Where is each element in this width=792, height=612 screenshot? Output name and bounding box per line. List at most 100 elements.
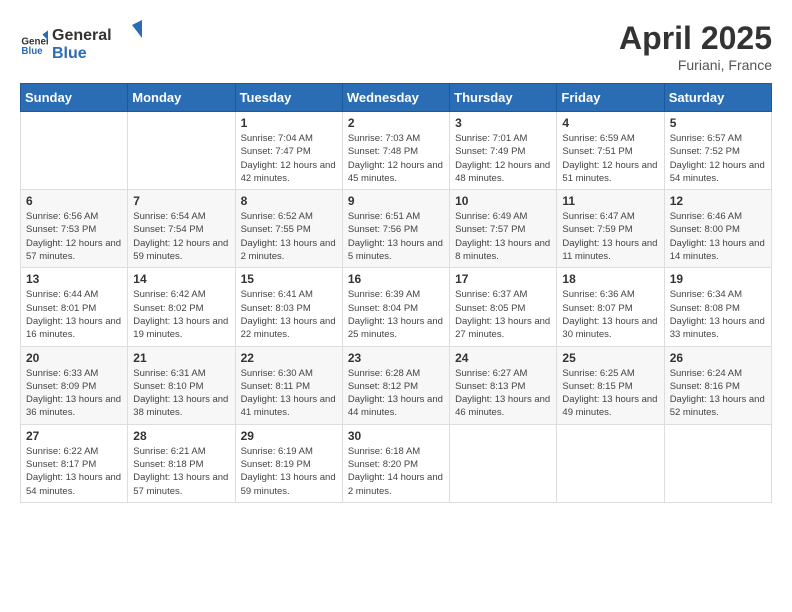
day-number: 12	[670, 194, 766, 208]
day-number: 2	[348, 116, 444, 130]
logo-icon: General Blue	[20, 29, 48, 57]
day-detail: Sunrise: 6:39 AM Sunset: 8:04 PM Dayligh…	[348, 288, 444, 341]
calendar-cell: 29 Sunrise: 6:19 AM Sunset: 8:19 PM Dayli…	[235, 424, 342, 502]
day-detail: Sunrise: 6:54 AM Sunset: 7:54 PM Dayligh…	[133, 210, 229, 263]
day-number: 1	[241, 116, 337, 130]
day-detail: Sunrise: 6:19 AM Sunset: 8:19 PM Dayligh…	[241, 445, 337, 498]
calendar-cell: 17Sunrise: 6:37 AM Sunset: 8:05 PM Dayli…	[450, 268, 557, 346]
calendar-cell: 23 Sunrise: 6:28 AM Sunset: 8:12 PM Dayli…	[342, 346, 449, 424]
calendar-cell: 14 Sunrise: 6:42 AM Sunset: 8:02 PM Dayli…	[128, 268, 235, 346]
calendar-week-row: 6Sunrise: 6:56 AM Sunset: 7:53 PM Daylig…	[21, 190, 772, 268]
day-number: 27	[26, 429, 122, 443]
day-number: 15	[241, 272, 337, 286]
calendar-cell: 1 Sunrise: 7:04 AM Sunset: 7:47 PM Daylig…	[235, 112, 342, 190]
day-detail: Sunrise: 7:04 AM Sunset: 7:47 PM Dayligh…	[241, 132, 337, 185]
day-detail: Sunrise: 6:56 AM Sunset: 7:53 PM Dayligh…	[26, 210, 122, 263]
day-detail: Sunrise: 6:30 AM Sunset: 8:11 PM Dayligh…	[241, 367, 337, 420]
day-detail: Sunrise: 6:21 AM Sunset: 8:18 PM Dayligh…	[133, 445, 229, 498]
day-number: 30	[348, 429, 444, 443]
day-detail: Sunrise: 6:18 AM Sunset: 8:20 PM Dayligh…	[348, 445, 444, 498]
calendar-day-header: Saturday	[664, 84, 771, 112]
calendar-day-header: Sunday	[21, 84, 128, 112]
day-number: 13	[26, 272, 122, 286]
location: Furiani, France	[619, 57, 772, 73]
day-detail: Sunrise: 6:36 AM Sunset: 8:07 PM Dayligh…	[562, 288, 658, 341]
day-number: 9	[348, 194, 444, 208]
day-number: 10	[455, 194, 551, 208]
day-detail: Sunrise: 6:27 AM Sunset: 8:13 PM Dayligh…	[455, 367, 551, 420]
day-number: 20	[26, 351, 122, 365]
calendar-cell: 11 Sunrise: 6:47 AM Sunset: 7:59 PM Dayli…	[557, 190, 664, 268]
day-number: 5	[670, 116, 766, 130]
calendar-cell: 21 Sunrise: 6:31 AM Sunset: 8:10 PM Dayli…	[128, 346, 235, 424]
day-number: 11	[562, 194, 658, 208]
day-detail: Sunrise: 6:34 AM Sunset: 8:08 PM Dayligh…	[670, 288, 766, 341]
day-detail: Sunrise: 6:52 AM Sunset: 7:55 PM Dayligh…	[241, 210, 337, 263]
day-detail: Sunrise: 6:28 AM Sunset: 8:12 PM Dayligh…	[348, 367, 444, 420]
svg-text:Blue: Blue	[52, 45, 87, 62]
day-detail: Sunrise: 6:59 AM Sunset: 7:51 PM Dayligh…	[562, 132, 658, 185]
day-number: 23	[348, 351, 444, 365]
calendar-day-header: Wednesday	[342, 84, 449, 112]
day-number: 28	[133, 429, 229, 443]
day-number: 22	[241, 351, 337, 365]
day-number: 26	[670, 351, 766, 365]
calendar-cell: 5 Sunrise: 6:57 AM Sunset: 7:52 PM Daylig…	[664, 112, 771, 190]
day-detail: Sunrise: 6:42 AM Sunset: 8:02 PM Dayligh…	[133, 288, 229, 341]
month-title: April 2025	[619, 20, 772, 57]
calendar-week-row: 13 Sunrise: 6:44 AM Sunset: 8:01 PM Dayli…	[21, 268, 772, 346]
day-detail: Sunrise: 7:03 AM Sunset: 7:48 PM Dayligh…	[348, 132, 444, 185]
day-number: 21	[133, 351, 229, 365]
logo: General Blue General Blue	[20, 20, 142, 65]
calendar-cell: 19Sunrise: 6:34 AM Sunset: 8:08 PM Dayli…	[664, 268, 771, 346]
calendar-cell: 9 Sunrise: 6:51 AM Sunset: 7:56 PM Daylig…	[342, 190, 449, 268]
calendar-cell: 20 Sunrise: 6:33 AM Sunset: 8:09 PM Dayli…	[21, 346, 128, 424]
title-block: April 2025 Furiani, France	[619, 20, 772, 73]
day-detail: Sunrise: 6:51 AM Sunset: 7:56 PM Dayligh…	[348, 210, 444, 263]
day-detail: Sunrise: 6:25 AM Sunset: 8:15 PM Dayligh…	[562, 367, 658, 420]
calendar-cell	[557, 424, 664, 502]
day-detail: Sunrise: 6:46 AM Sunset: 8:00 PM Dayligh…	[670, 210, 766, 263]
svg-text:General: General	[52, 27, 112, 44]
day-detail: Sunrise: 6:31 AM Sunset: 8:10 PM Dayligh…	[133, 367, 229, 420]
day-detail: Sunrise: 6:44 AM Sunset: 8:01 PM Dayligh…	[26, 288, 122, 341]
calendar-cell: 4Sunrise: 6:59 AM Sunset: 7:51 PM Daylig…	[557, 112, 664, 190]
day-detail: Sunrise: 7:01 AM Sunset: 7:49 PM Dayligh…	[455, 132, 551, 185]
calendar-cell: 7 Sunrise: 6:54 AM Sunset: 7:54 PM Daylig…	[128, 190, 235, 268]
calendar-week-row: 27 Sunrise: 6:22 AM Sunset: 8:17 PM Dayli…	[21, 424, 772, 502]
calendar-cell: 13 Sunrise: 6:44 AM Sunset: 8:01 PM Dayli…	[21, 268, 128, 346]
calendar-day-header: Thursday	[450, 84, 557, 112]
day-number: 18	[562, 272, 658, 286]
day-number: 24	[455, 351, 551, 365]
calendar-cell	[450, 424, 557, 502]
day-number: 29	[241, 429, 337, 443]
calendar-week-row: 20 Sunrise: 6:33 AM Sunset: 8:09 PM Dayli…	[21, 346, 772, 424]
calendar-cell: 2 Sunrise: 7:03 AM Sunset: 7:48 PM Daylig…	[342, 112, 449, 190]
page-header: General Blue General Blue April 2025 Fur…	[20, 20, 772, 73]
day-detail: Sunrise: 6:47 AM Sunset: 7:59 PM Dayligh…	[562, 210, 658, 263]
day-detail: Sunrise: 6:33 AM Sunset: 8:09 PM Dayligh…	[26, 367, 122, 420]
day-detail: Sunrise: 6:57 AM Sunset: 7:52 PM Dayligh…	[670, 132, 766, 185]
calendar-header-row: SundayMondayTuesdayWednesdayThursdayFrid…	[21, 84, 772, 112]
calendar-day-header: Monday	[128, 84, 235, 112]
day-number: 14	[133, 272, 229, 286]
day-number: 8	[241, 194, 337, 208]
calendar-cell: 10 Sunrise: 6:49 AM Sunset: 7:57 PM Dayli…	[450, 190, 557, 268]
calendar-cell: 3Sunrise: 7:01 AM Sunset: 7:49 PM Daylig…	[450, 112, 557, 190]
day-detail: Sunrise: 6:41 AM Sunset: 8:03 PM Dayligh…	[241, 288, 337, 341]
day-detail: Sunrise: 6:22 AM Sunset: 8:17 PM Dayligh…	[26, 445, 122, 498]
svg-text:Blue: Blue	[21, 46, 43, 57]
day-number: 25	[562, 351, 658, 365]
day-detail: Sunrise: 6:49 AM Sunset: 7:57 PM Dayligh…	[455, 210, 551, 263]
calendar-cell	[128, 112, 235, 190]
calendar-cell	[664, 424, 771, 502]
day-number: 7	[133, 194, 229, 208]
calendar-day-header: Tuesday	[235, 84, 342, 112]
calendar-cell: 15 Sunrise: 6:41 AM Sunset: 8:03 PM Dayli…	[235, 268, 342, 346]
calendar-cell: 27 Sunrise: 6:22 AM Sunset: 8:17 PM Dayli…	[21, 424, 128, 502]
calendar-cell: 18 Sunrise: 6:36 AM Sunset: 8:07 PM Dayli…	[557, 268, 664, 346]
calendar-table: SundayMondayTuesdayWednesdayThursdayFrid…	[20, 83, 772, 503]
calendar-cell: 8 Sunrise: 6:52 AM Sunset: 7:55 PM Daylig…	[235, 190, 342, 268]
calendar-week-row: 1 Sunrise: 7:04 AM Sunset: 7:47 PM Daylig…	[21, 112, 772, 190]
day-number: 16	[348, 272, 444, 286]
